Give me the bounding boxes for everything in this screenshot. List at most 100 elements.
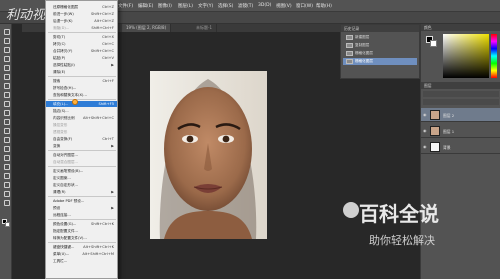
edit-menu-item[interactable]: 清除(E) xyxy=(46,69,117,75)
history-brush-tool-icon[interactable] xyxy=(3,109,10,116)
hand-tool-icon[interactable] xyxy=(3,190,10,197)
edit-menu-item[interactable]: 合并拷贝(Y) Shift+Ctrl+C xyxy=(46,48,117,54)
tools-panel xyxy=(0,24,12,279)
menu-select[interactable]: 选择(S) xyxy=(218,3,233,9)
edit-menu-item[interactable]: 查找和替换文本(X)... xyxy=(46,92,117,98)
edit-menu-item[interactable]: 还原栅格化图层 Ctrl+Z xyxy=(46,4,117,10)
edit-menu-item[interactable]: 选择性粘贴(I) ▶ xyxy=(46,62,117,68)
edit-menu-item[interactable]: 透视变形 xyxy=(46,129,117,135)
clone-stamp-tool-icon[interactable] xyxy=(3,100,10,107)
pen-tool-icon[interactable] xyxy=(3,154,10,161)
edit-menu-item[interactable]: 颜色设置(G)... Shift+Ctrl+K xyxy=(46,221,117,227)
hue-slider[interactable] xyxy=(491,34,497,78)
edit-menu-item[interactable]: 拷贝(C) Ctrl+C xyxy=(46,41,117,47)
menu-3d[interactable]: 3D(D) xyxy=(258,3,271,8)
edit-menu-item[interactable]: 自动对齐图层... xyxy=(46,152,117,158)
menu-item-shortcut: Ctrl+C xyxy=(102,42,114,46)
menu-image[interactable]: 图像(I) xyxy=(158,3,172,9)
layer-row[interactable]: ◉ 背景 xyxy=(421,140,500,154)
edit-menu-item[interactable]: 工具栏... xyxy=(46,258,117,264)
healing-brush-tool-icon[interactable] xyxy=(3,82,10,89)
edit-menu-item[interactable]: 定义图案... xyxy=(46,175,117,181)
edit-menu-item[interactable]: 填充(L)... Shift+F5 xyxy=(46,101,117,107)
gradient-tool-icon[interactable] xyxy=(3,127,10,134)
edit-menu-item[interactable]: 远程连接... xyxy=(46,212,117,218)
menu-filter[interactable]: 滤镜(T) xyxy=(238,3,253,9)
brush-tool-icon[interactable] xyxy=(3,91,10,98)
edit-menu-item[interactable]: 渐隐(D)... Shift+Ctrl+F xyxy=(46,25,117,31)
visibility-eye-icon[interactable]: ◉ xyxy=(423,144,428,149)
menu-window[interactable]: 窗口(W) xyxy=(296,3,313,9)
menu-type[interactable]: 文字(Y) xyxy=(198,3,213,9)
shape-tool-icon[interactable] xyxy=(3,181,10,188)
layer-blend-controls[interactable] xyxy=(423,91,499,97)
edit-menu-item[interactable]: 剪切(T) Ctrl+X xyxy=(46,34,117,40)
edit-menu-item[interactable]: 清理(R) ▶ xyxy=(46,189,117,195)
menu-item-label: 前进一步(W) xyxy=(53,12,74,16)
edit-menu-item[interactable]: 搜索 Ctrl+F xyxy=(46,78,117,84)
color-picker-field[interactable] xyxy=(443,34,489,78)
edit-menu-item[interactable]: 拼写检查(H)... xyxy=(46,85,117,91)
blur-tool-icon[interactable] xyxy=(3,136,10,143)
tab-document-active[interactable]: 19% (图层 2, RGB/8) xyxy=(122,24,172,32)
background-swatch[interactable] xyxy=(430,40,437,47)
menu-layer[interactable]: 图层(L) xyxy=(178,3,193,9)
history-row[interactable]: 新建图层 xyxy=(343,34,417,41)
history-state-icon xyxy=(346,43,353,48)
history-state-icon xyxy=(346,35,353,40)
menu-item-label: 还原栅格化图层 xyxy=(53,5,79,9)
history-row[interactable]: 复制图层 xyxy=(343,42,417,49)
mouse-cursor-icon xyxy=(72,99,78,105)
move-tool-icon[interactable] xyxy=(3,28,10,35)
edit-menu-item[interactable]: 键盘快捷键... Alt+Shift+Ctrl+K xyxy=(46,244,117,250)
edit-menu-item[interactable]: 内容识别比例 Alt+Shift+Ctrl+C xyxy=(46,115,117,121)
crop-tool-icon[interactable] xyxy=(3,64,10,71)
edit-menu-item[interactable]: 预设 ▶ xyxy=(46,205,117,211)
menu-item-shortcut: Alt+Shift+Ctrl+C xyxy=(83,116,114,120)
history-row[interactable]: 栅格化图层 xyxy=(343,50,417,57)
menu-item-label: 拼写检查(H)... xyxy=(53,86,77,90)
edit-menu-item[interactable]: 定义自定形状... xyxy=(46,182,117,188)
eyedropper-tool-icon[interactable] xyxy=(3,73,10,80)
menu-help[interactable]: 帮助(H) xyxy=(316,3,332,9)
menu-item-label: 清除(E) xyxy=(53,70,66,74)
menu-item-label: 后退一步(K) xyxy=(53,19,73,23)
edit-menu-item[interactable]: 转换为配置文件(V)... xyxy=(46,235,117,241)
layer-row[interactable]: ◉ 图层 1 xyxy=(421,124,500,138)
edit-menu-item[interactable]: Adobe PDF 预设... xyxy=(46,198,117,204)
edit-menu-item[interactable]: 操控变形 xyxy=(46,122,117,128)
layer-row[interactable]: ◉ 图层 2 xyxy=(421,108,500,122)
edit-menu-item[interactable]: 粘贴(P) Ctrl+V xyxy=(46,55,117,61)
eraser-tool-icon[interactable] xyxy=(3,118,10,125)
edit-menu-item[interactable]: 后退一步(K) Alt+Ctrl+Z xyxy=(46,18,117,24)
brand-watermark: 百科全说 助你轻松解决 xyxy=(343,194,465,254)
background-color-icon[interactable] xyxy=(5,222,10,227)
submenu-arrow-icon: ▶ xyxy=(111,206,114,210)
quick-select-tool-icon[interactable] xyxy=(3,55,10,62)
type-tool-icon[interactable] xyxy=(3,163,10,170)
marquee-tool-icon[interactable] xyxy=(3,37,10,44)
history-row-selected[interactable]: 栅格化图层 xyxy=(343,58,417,65)
lasso-tool-icon[interactable] xyxy=(3,46,10,53)
edit-menu-item[interactable]: 自由变换(F) Ctrl+T xyxy=(46,136,117,142)
edit-menu-item[interactable]: 自动混合图层... xyxy=(46,159,117,165)
menu-file[interactable]: 文件(F) xyxy=(118,3,133,9)
visibility-eye-icon[interactable]: ◉ xyxy=(423,128,428,133)
menu-item-label: 合并拷贝(Y) xyxy=(53,49,73,53)
edit-menu-item[interactable]: 定义画笔预设(B)... xyxy=(46,168,117,174)
edit-menu-item[interactable]: 描边(S)... xyxy=(46,108,117,114)
path-select-tool-icon[interactable] xyxy=(3,172,10,179)
zoom-tool-icon[interactable] xyxy=(3,199,10,206)
menu-edit[interactable]: 编辑(E) xyxy=(138,3,153,9)
edit-menu-item[interactable]: 菜单(U)... Alt+Shift+Ctrl+M xyxy=(46,251,117,257)
dodge-tool-icon[interactable] xyxy=(3,145,10,152)
visibility-eye-icon[interactable]: ◉ xyxy=(423,112,428,117)
edit-menu-item[interactable]: 前进一步(W) Shift+Ctrl+Z xyxy=(46,11,117,17)
edit-menu-item[interactable]: 指定配置文件... xyxy=(46,228,117,234)
tab-document[interactable]: 未标题-1 xyxy=(192,24,217,32)
menu-view[interactable]: 视图(V) xyxy=(276,3,292,9)
menu-item-label: 变换 xyxy=(53,144,61,148)
layer-opacity-controls[interactable] xyxy=(423,99,499,105)
edit-menu-item[interactable]: 变换 ▶ xyxy=(46,143,117,149)
history-row-label: 新建图层 xyxy=(355,35,370,39)
